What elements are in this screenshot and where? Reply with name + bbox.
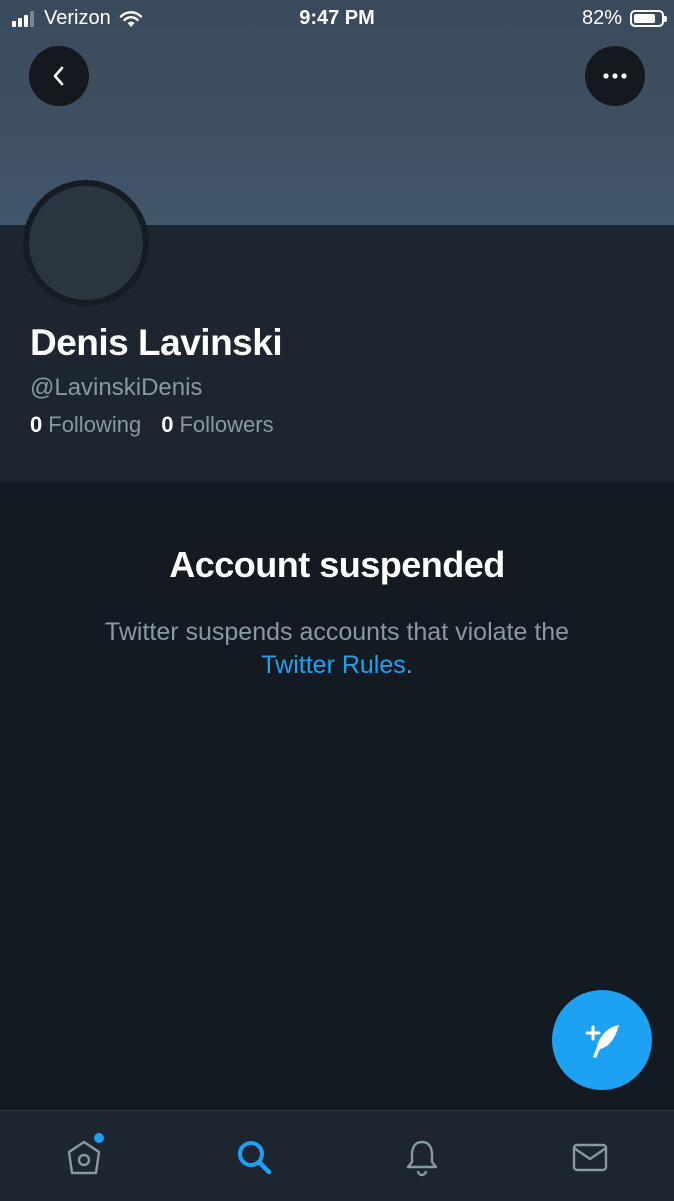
tab-search[interactable]: [232, 1135, 276, 1179]
mail-icon: [572, 1143, 608, 1172]
back-button[interactable]: [29, 46, 89, 106]
suspension-trailing: .: [405, 651, 413, 679]
avatar[interactable]: [23, 180, 149, 306]
home-notification-dot: [94, 1133, 104, 1143]
following-count: 0: [30, 412, 43, 437]
compose-tweet-button[interactable]: [552, 990, 652, 1090]
compose-tweet-icon: [585, 1025, 619, 1058]
display-name: Denis Lavinski: [30, 322, 283, 363]
suspension-message: Twitter suspends accounts that violate t…: [60, 616, 614, 682]
ellipsis-icon: [603, 73, 627, 79]
profile-handle: @LavinskiDenis: [30, 374, 203, 401]
twitter-rules-link[interactable]: Twitter Rules: [261, 651, 405, 679]
battery-percent: 82%: [581, 7, 622, 29]
tab-notifications[interactable]: [400, 1135, 444, 1179]
bell-icon: [406, 1140, 438, 1177]
suspension-text: Twitter suspends accounts that violate t…: [104, 618, 570, 646]
following-stat[interactable]: 0 Following: [30, 412, 141, 438]
more-options-button[interactable]: [585, 46, 645, 106]
followers-stat[interactable]: 0 Followers: [161, 412, 273, 438]
following-label: Following: [48, 412, 142, 437]
search-icon: [238, 1141, 272, 1175]
follow-stats: 0 Following 0 Followers: [30, 412, 294, 438]
tab-home[interactable]: [62, 1133, 106, 1179]
battery-icon: [630, 10, 667, 27]
followers-label: Followers: [179, 412, 274, 437]
status-bar: Verizon 9:47 PM 82%: [0, 0, 674, 38]
suspension-title: Account suspended: [169, 544, 505, 585]
chevron-left-icon: [53, 66, 64, 86]
tab-messages[interactable]: [568, 1135, 612, 1179]
followers-count: 0: [161, 412, 174, 437]
bottom-tab-bar: [0, 1110, 674, 1201]
home-icon: [67, 1140, 101, 1175]
status-time: 9:47 PM: [299, 7, 375, 29]
